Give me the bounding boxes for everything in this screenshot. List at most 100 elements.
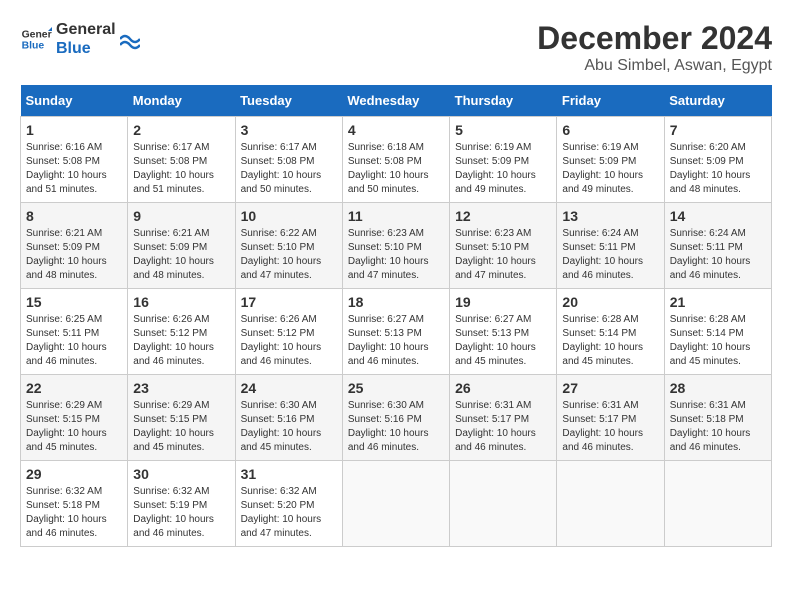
calendar-cell: 17 Sunrise: 6:26 AMSunset: 5:12 PMDayligh…	[235, 289, 342, 375]
calendar-cell: 16Sunrise: 6:26 AMSunset: 5:12 PMDayligh…	[128, 289, 235, 375]
logo-wave-icon	[120, 25, 140, 53]
day-detail: Sunrise: 6:30 AMSunset: 5:16 PMDaylight:…	[348, 399, 444, 455]
day-of-week-header: Sunday	[21, 85, 128, 117]
day-detail: Sunrise: 6:28 AMSunset: 5:14 PMDaylight:…	[562, 313, 658, 369]
calendar-week-row: 29 Sunrise: 6:32 AMSunset: 5:18 PMDayligh…	[21, 461, 772, 547]
calendar-cell: 7Sunrise: 6:20 AMSunset: 5:09 PMDaylight…	[664, 117, 771, 203]
day-detail: Sunrise: 6:31 AMSunset: 5:18 PMDaylight:…	[670, 399, 766, 455]
calendar-cell: 31 Sunrise: 6:32 AMSunset: 5:20 PMDayligh…	[235, 461, 342, 547]
calendar-cell: 5 Sunrise: 6:19 AMSunset: 5:09 PMDaylight…	[450, 117, 557, 203]
day-detail: Sunrise: 6:28 AMSunset: 5:14 PMDaylight:…	[670, 313, 766, 369]
calendar-body: 1Sunrise: 6:16 AMSunset: 5:08 PMDaylight…	[21, 117, 772, 547]
day-detail: Sunrise: 6:32 AMSunset: 5:20 PMDaylight:…	[241, 485, 337, 541]
calendar-cell: 4 Sunrise: 6:18 AMSunset: 5:08 PMDaylight…	[342, 117, 449, 203]
day-number: 2	[133, 122, 229, 138]
day-number: 27	[562, 380, 658, 396]
day-number: 21	[670, 294, 766, 310]
calendar-cell: 11 Sunrise: 6:23 AMSunset: 5:10 PMDayligh…	[342, 203, 449, 289]
day-number: 31	[241, 466, 337, 482]
calendar-cell: 24Sunrise: 6:30 AMSunset: 5:16 PMDayligh…	[235, 375, 342, 461]
day-number: 19	[455, 294, 551, 310]
day-number: 7	[670, 122, 766, 138]
day-of-week-header: Monday	[128, 85, 235, 117]
day-of-week-header: Saturday	[664, 85, 771, 117]
day-detail: Sunrise: 6:19 AMSunset: 5:09 PMDaylight:…	[455, 141, 551, 197]
calendar-week-row: 8Sunrise: 6:21 AMSunset: 5:09 PMDaylight…	[21, 203, 772, 289]
calendar-cell: 14Sunrise: 6:24 AMSunset: 5:11 PMDayligh…	[664, 203, 771, 289]
day-detail: Sunrise: 6:27 AMSunset: 5:13 PMDaylight:…	[455, 313, 551, 369]
day-detail: Sunrise: 6:29 AMSunset: 5:15 PMDaylight:…	[26, 399, 122, 455]
day-number: 16	[133, 294, 229, 310]
calendar-cell: 15Sunrise: 6:25 AMSunset: 5:11 PMDayligh…	[21, 289, 128, 375]
day-number: 3	[241, 122, 337, 138]
day-detail: Sunrise: 6:26 AMSunset: 5:12 PMDaylight:…	[241, 313, 337, 369]
logo: General Blue General Blue	[20, 20, 140, 58]
day-detail: Sunrise: 6:31 AMSunset: 5:17 PMDaylight:…	[562, 399, 658, 455]
day-detail: Sunrise: 6:24 AMSunset: 5:11 PMDaylight:…	[562, 227, 658, 283]
calendar-cell	[664, 461, 771, 547]
calendar-cell: 12 Sunrise: 6:23 AMSunset: 5:10 PMDayligh…	[450, 203, 557, 289]
day-number: 10	[241, 208, 337, 224]
calendar-cell: 13 Sunrise: 6:24 AMSunset: 5:11 PMDayligh…	[557, 203, 664, 289]
calendar-cell: 3 Sunrise: 6:17 AMSunset: 5:08 PMDaylight…	[235, 117, 342, 203]
day-detail: Sunrise: 6:23 AMSunset: 5:10 PMDaylight:…	[455, 227, 551, 283]
calendar-cell: 30 Sunrise: 6:32 AMSunset: 5:19 PMDayligh…	[128, 461, 235, 547]
day-number: 1	[26, 122, 122, 138]
calendar-table: SundayMondayTuesdayWednesdayThursdayFrid…	[20, 85, 772, 547]
day-detail: Sunrise: 6:32 AMSunset: 5:18 PMDaylight:…	[26, 485, 122, 541]
day-number: 11	[348, 208, 444, 224]
calendar-cell: 9 Sunrise: 6:21 AMSunset: 5:09 PMDaylight…	[128, 203, 235, 289]
day-number: 12	[455, 208, 551, 224]
day-detail: Sunrise: 6:29 AMSunset: 5:15 PMDaylight:…	[133, 399, 229, 455]
calendar-cell: 29 Sunrise: 6:32 AMSunset: 5:18 PMDayligh…	[21, 461, 128, 547]
day-number: 26	[455, 380, 551, 396]
logo-line1: General	[56, 20, 116, 39]
calendar-cell: 6 Sunrise: 6:19 AMSunset: 5:09 PMDaylight…	[557, 117, 664, 203]
day-detail: Sunrise: 6:19 AMSunset: 5:09 PMDaylight:…	[562, 141, 658, 197]
day-detail: Sunrise: 6:24 AMSunset: 5:11 PMDaylight:…	[670, 227, 766, 283]
day-detail: Sunrise: 6:27 AMSunset: 5:13 PMDaylight:…	[348, 313, 444, 369]
day-number: 4	[348, 122, 444, 138]
day-detail: Sunrise: 6:18 AMSunset: 5:08 PMDaylight:…	[348, 141, 444, 197]
svg-text:General: General	[22, 30, 52, 41]
calendar-cell: 23Sunrise: 6:29 AMSunset: 5:15 PMDayligh…	[128, 375, 235, 461]
day-detail: Sunrise: 6:23 AMSunset: 5:10 PMDaylight:…	[348, 227, 444, 283]
calendar-week-row: 22 Sunrise: 6:29 AMSunset: 5:15 PMDayligh…	[21, 375, 772, 461]
day-detail: Sunrise: 6:21 AMSunset: 5:09 PMDaylight:…	[26, 227, 122, 283]
calendar-cell: 8Sunrise: 6:21 AMSunset: 5:09 PMDaylight…	[21, 203, 128, 289]
calendar-cell	[557, 461, 664, 547]
logo-icon: General Blue	[20, 23, 52, 55]
day-number: 30	[133, 466, 229, 482]
title-area: December 2024 Abu Simbel, Aswan, Egypt	[537, 20, 772, 75]
calendar-week-row: 15Sunrise: 6:25 AMSunset: 5:11 PMDayligh…	[21, 289, 772, 375]
day-detail: Sunrise: 6:25 AMSunset: 5:11 PMDaylight:…	[26, 313, 122, 369]
location-title: Abu Simbel, Aswan, Egypt	[537, 57, 772, 75]
calendar-cell: 10Sunrise: 6:22 AMSunset: 5:10 PMDayligh…	[235, 203, 342, 289]
day-of-week-header: Friday	[557, 85, 664, 117]
calendar-cell: 20 Sunrise: 6:28 AMSunset: 5:14 PMDayligh…	[557, 289, 664, 375]
day-number: 20	[562, 294, 658, 310]
calendar-cell: 28 Sunrise: 6:31 AMSunset: 5:18 PMDayligh…	[664, 375, 771, 461]
day-number: 17	[241, 294, 337, 310]
day-number: 29	[26, 466, 122, 482]
day-number: 6	[562, 122, 658, 138]
day-detail: Sunrise: 6:32 AMSunset: 5:19 PMDaylight:…	[133, 485, 229, 541]
calendar-week-row: 1Sunrise: 6:16 AMSunset: 5:08 PMDaylight…	[21, 117, 772, 203]
svg-text:Blue: Blue	[22, 41, 45, 52]
day-number: 5	[455, 122, 551, 138]
day-number: 25	[348, 380, 444, 396]
calendar-cell: 26 Sunrise: 6:31 AMSunset: 5:17 PMDayligh…	[450, 375, 557, 461]
logo-line2: Blue	[56, 39, 116, 58]
day-number: 22	[26, 380, 122, 396]
calendar-cell: 27 Sunrise: 6:31 AMSunset: 5:17 PMDayligh…	[557, 375, 664, 461]
day-number: 9	[133, 208, 229, 224]
calendar-cell: 19 Sunrise: 6:27 AMSunset: 5:13 PMDayligh…	[450, 289, 557, 375]
day-detail: Sunrise: 6:31 AMSunset: 5:17 PMDaylight:…	[455, 399, 551, 455]
day-number: 18	[348, 294, 444, 310]
day-detail: Sunrise: 6:17 AMSunset: 5:08 PMDaylight:…	[241, 141, 337, 197]
calendar-cell: 25 Sunrise: 6:30 AMSunset: 5:16 PMDayligh…	[342, 375, 449, 461]
day-detail: Sunrise: 6:21 AMSunset: 5:09 PMDaylight:…	[133, 227, 229, 283]
calendar-cell	[450, 461, 557, 547]
day-number: 28	[670, 380, 766, 396]
day-number: 13	[562, 208, 658, 224]
